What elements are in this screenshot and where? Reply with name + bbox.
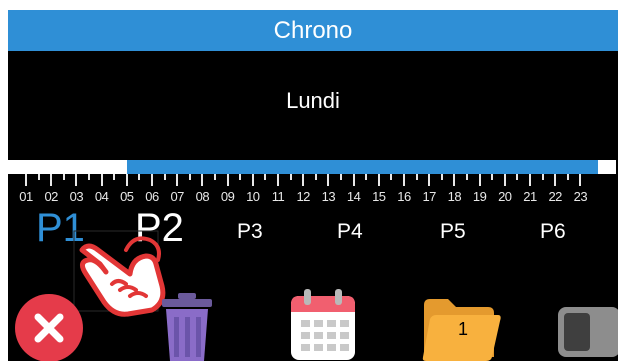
page-title: Chrono: [273, 16, 353, 44]
hour-tick: [125, 174, 128, 186]
half-hour-tick: [289, 174, 292, 180]
delete-button[interactable]: [158, 291, 216, 361]
hour-tick: [100, 174, 103, 186]
hour-label-21: 21: [523, 189, 537, 204]
hour-label-10: 10: [246, 189, 260, 204]
tab-p5[interactable]: P5: [440, 220, 466, 244]
hour-tick: [176, 174, 179, 186]
hour-tick: [428, 174, 431, 186]
hour-tick: [226, 174, 229, 186]
hour-label-11: 11: [271, 189, 285, 204]
hour-label-12: 12: [296, 189, 310, 204]
hour-tick: [251, 174, 254, 186]
half-hour-tick: [365, 174, 368, 180]
hour-label-13: 13: [321, 189, 336, 204]
day-label: Lundi: [286, 88, 340, 113]
hour-tick: [377, 174, 380, 186]
half-hour-tick: [88, 174, 90, 180]
half-hour-tick: [163, 174, 166, 180]
half-hour-tick: [390, 174, 393, 180]
hour-label-20: 20: [498, 189, 512, 204]
half-hour-tick: [491, 174, 494, 180]
half-hour-tick: [239, 174, 242, 180]
tab-p3[interactable]: P3: [237, 220, 263, 244]
hour-tick: [302, 174, 305, 186]
half-hour-tick: [37, 174, 40, 180]
hour-label-09: 09: [220, 189, 235, 204]
half-hour-tick: [264, 174, 267, 180]
close-button[interactable]: [14, 293, 84, 361]
hour-label-17: 17: [422, 189, 436, 204]
hour-tick: [453, 174, 456, 186]
hour-tick: [503, 174, 506, 186]
hour-label-07: 07: [170, 189, 184, 204]
hour-label-04: 04: [94, 189, 109, 204]
calendar-button[interactable]: [289, 288, 357, 361]
hour-tick: [25, 174, 27, 186]
trash-icon: [162, 293, 212, 361]
hour-tick: [75, 174, 78, 186]
hour-label-15: 15: [372, 189, 386, 204]
hour-label-02: 02: [44, 189, 58, 204]
hour-label-23: 23: [573, 189, 588, 204]
hour-label-01: 01: [19, 189, 33, 204]
hour-label-22: 22: [548, 189, 562, 204]
half-hour-tick: [138, 174, 141, 180]
hour-tick: [327, 174, 330, 186]
hour-tick: [277, 174, 279, 186]
hour-tick: [579, 174, 582, 186]
hour-label-16: 16: [397, 189, 411, 204]
hour-label-14: 14: [346, 189, 361, 204]
half-hour-tick: [113, 174, 116, 180]
hour-tick: [201, 174, 204, 186]
half-hour-tick: [188, 174, 191, 180]
half-hour-tick: [62, 174, 65, 180]
hour-tick: [50, 174, 53, 186]
hour-label-08: 08: [195, 189, 210, 204]
tab-p6[interactable]: P6: [540, 220, 566, 244]
half-hour-tick: [466, 174, 468, 180]
half-hour-tick: [516, 174, 519, 180]
hour-tick: [151, 174, 153, 186]
hour-tick: [529, 174, 531, 186]
half-hour-tick: [214, 174, 216, 180]
folder-badge: 1: [458, 319, 469, 339]
hour-tick: [478, 174, 481, 186]
hour-tick: [352, 174, 355, 186]
close-icon: [15, 294, 83, 361]
selected-time-range[interactable]: [127, 160, 599, 174]
hour-label-03: 03: [69, 189, 84, 204]
hour-label-06: 06: [145, 189, 159, 204]
hour-tick: [403, 174, 405, 186]
half-hour-tick: [440, 174, 443, 180]
toggle-switch[interactable]: [556, 303, 618, 361]
toggle-icon: [558, 307, 618, 357]
half-hour-tick: [314, 174, 317, 180]
hour-tick: [554, 174, 557, 186]
title-bar: Chrono: [8, 10, 618, 51]
tab-p4[interactable]: P4: [337, 220, 363, 244]
hour-label-05: 05: [120, 189, 134, 204]
half-hour-tick: [340, 174, 342, 180]
app-screen: Chrono Lundi 01 02 03 04 05 06 07 08 09 10 11 12 13 1…: [8, 10, 618, 361]
half-hour-tick: [541, 174, 544, 180]
half-hour-tick: [415, 174, 418, 180]
hour-label-19: 19: [472, 189, 487, 204]
calendar-icon: [291, 289, 355, 360]
half-hour-tick: [566, 174, 569, 180]
hour-label-18: 18: [447, 189, 462, 204]
